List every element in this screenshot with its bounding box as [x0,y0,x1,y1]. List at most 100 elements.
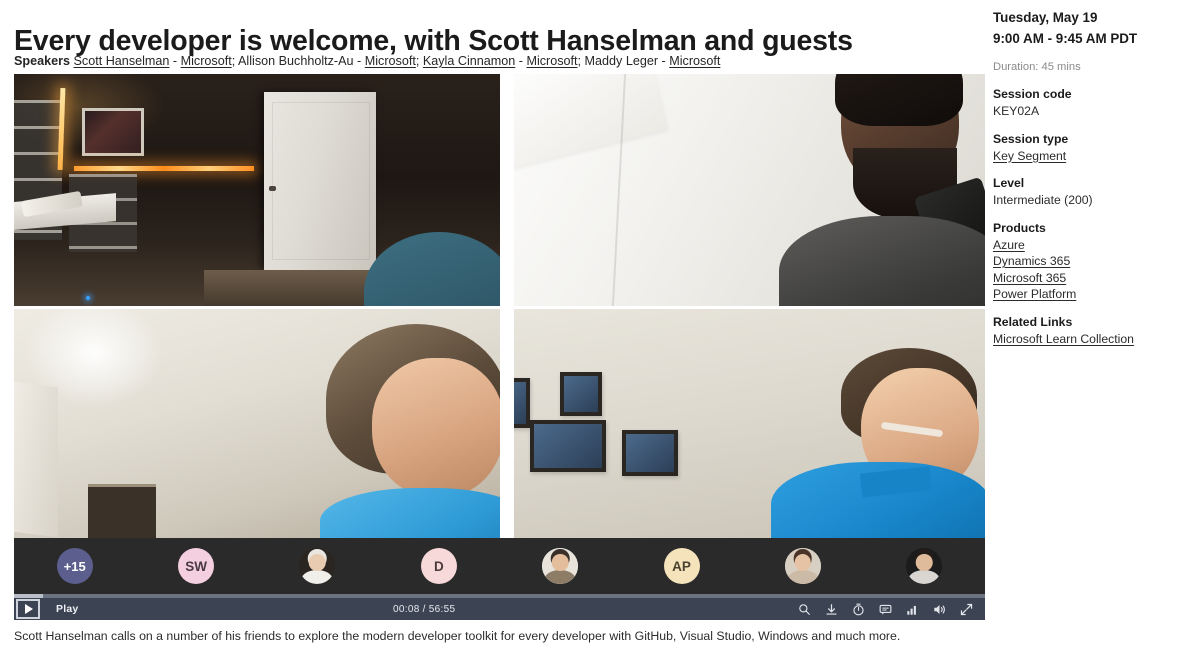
tile1-wall-art [82,108,144,156]
speaker-sep-3: - [658,54,670,68]
participant-avatar-cell[interactable] [257,538,378,594]
search-icon[interactable] [798,603,811,616]
session-time-range: 9:00 AM - 9:45 AM PDT [993,31,1138,46]
speaker-org-link-0[interactable]: Microsoft [181,54,232,68]
avatar-initials-label: AP [672,558,691,574]
session-code-label: Session code [993,87,1072,101]
level-group: Level Intermediate (200) [993,175,1190,209]
speaker-org-link-3[interactable]: Microsoft [669,54,720,68]
participant-avatar-initials[interactable]: D [420,548,457,584]
volume-icon[interactable] [933,603,946,616]
session-date: Tuesday, May 19 [993,10,1098,25]
avatar-initials-label: D [433,558,444,574]
speaker-org-link-1[interactable]: Microsoft [365,54,416,68]
speaker-sep-0: - [169,54,181,68]
tile1-door [264,92,376,270]
participant-avatar-cell[interactable]: +15 [14,538,135,594]
related-link-learn-collection[interactable]: Microsoft Learn Collection [993,331,1134,348]
participant-avatar-cell[interactable]: D [378,538,499,594]
play-button[interactable] [16,599,40,619]
session-type-label: Session type [993,131,1069,146]
participant-avatar-strip: +15 SW D AP [14,538,985,594]
video-player[interactable]: +15 SW D AP Play 00:08 / 56:55 [14,74,985,620]
speaker-org-link-2[interactable]: Microsoft [526,54,577,68]
avatar-initials-label: SW [185,558,207,574]
participant-avatar-initials[interactable]: AP [663,548,700,584]
video-tile-top-right [500,74,985,306]
main-column: Every developer is welcome, with Scott H… [0,0,985,664]
participant-avatar-cell[interactable] [864,538,985,594]
avatar-initials-label: +15 [63,558,86,574]
avatar-photo-figure [906,548,943,584]
tile-divider-horizontal [14,306,985,309]
tile2-ceiling [500,74,668,173]
fullscreen-icon[interactable] [960,603,973,616]
tile3-dark-doorway [88,484,156,538]
tile2-body [779,216,985,306]
products-group: Products Azure Dynamics 365 Microsoft 36… [993,220,1190,303]
product-link-azure[interactable]: Azure [993,237,1025,254]
level-label: Level [993,176,1025,190]
player-icon-group [798,603,973,616]
speaker-sep-1: - [353,54,365,68]
play-button-label: Play [56,603,79,615]
speaker-trail-1: ; [415,54,423,68]
video-tile-bottom-left [14,306,500,538]
session-description: Scott Hanselman calls on a number of his… [14,629,901,643]
products-label: Products [993,220,1046,235]
session-type-link[interactable]: Key Segment [993,148,1066,165]
product-link-microsoft-365[interactable]: Microsoft 365 [993,270,1066,287]
speaker-sep-2: - [515,54,527,68]
participant-avatar-initials[interactable]: SW [178,548,215,584]
speaker-name-1: Allison Buchholtz-Au [238,54,354,68]
participant-avatar-cell[interactable] [742,538,863,594]
participant-avatar-cell[interactable] [500,538,621,594]
speaker-link-0[interactable]: Scott Hanselman [74,54,170,68]
tile3-face [372,358,500,498]
speaker-link-2[interactable]: Kayla Cinnamon [423,54,515,68]
time-display-wrap: 00:08 / 56:55 [78,604,798,615]
participant-avatar-initials[interactable]: +15 [56,548,93,584]
tile1-status-led [86,296,90,300]
product-link-power-platform[interactable]: Power Platform [993,286,1076,303]
product-link-dynamics-365[interactable]: Dynamics 365 [993,253,1070,270]
participant-avatar-photo[interactable] [542,548,579,584]
video-tile-bottom-right [500,306,985,538]
quality-bars-icon[interactable] [906,603,919,616]
speaker-trail-2: ; [577,54,585,68]
participant-avatar-cell[interactable]: SW [135,538,256,594]
avatar-photo-figure [542,548,579,584]
speakers-line: Speakers Scott Hanselman - Microsoft; Al… [14,53,720,69]
session-duration: Duration: 45 mins [993,61,1081,73]
play-triangle-icon [25,604,33,614]
session-type-group: Session type Key Segment [993,131,1190,165]
closed-captions-icon[interactable] [879,603,892,616]
video-control-bar: Play 00:08 / 56:55 [14,598,985,620]
speakers-list: Scott Hanselman - Microsoft; Allison Buc… [74,54,721,68]
session-code-value: KEY02A [993,104,1040,118]
tile2-hair [835,74,963,126]
tile3-cabinet [14,380,58,538]
tile4-framed-photo [530,420,606,472]
tile1-door-knob [269,186,276,191]
tile1-led-horizontal [74,166,254,171]
download-icon[interactable] [825,603,838,616]
speakers-label: Speakers [14,54,71,68]
tile1-person [364,232,500,306]
related-links-group: Related Links Microsoft Learn Collection [993,314,1190,348]
avatar-photo-figure [299,548,336,584]
participant-avatar-photo[interactable] [299,548,336,584]
session-code-group: Session code KEY02A [993,86,1190,120]
participant-avatar-photo[interactable] [784,548,821,584]
tile4-framed-photo [622,430,678,476]
video-tile-top-left [14,74,500,306]
session-meta-sidebar: Tuesday, May 19 9:00 AM - 9:45 AM PDT Du… [985,0,1200,664]
tile4-framed-photo [560,372,602,416]
participant-avatar-photo[interactable] [906,548,943,584]
related-links-label: Related Links [993,314,1073,329]
session-detail-page: Every developer is welcome, with Scott H… [0,0,1200,664]
participant-avatar-cell[interactable]: AP [621,538,742,594]
level-value: Intermediate (200) [993,193,1093,207]
speaker-name-3: Maddy Leger [584,54,659,68]
playback-speed-icon[interactable] [852,603,865,616]
